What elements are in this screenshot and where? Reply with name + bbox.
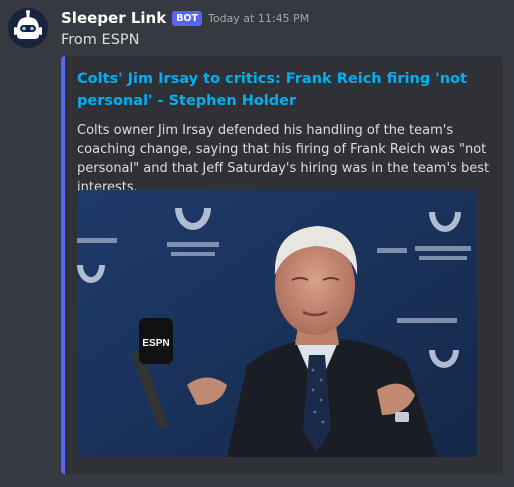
embed-description: Colts owner Jim Irsay defended his handl… — [77, 123, 490, 195]
svg-text:ESPN: ESPN — [142, 338, 169, 349]
chat-message: Sleeper Link BOT Today at 11:45 PM From … — [0, 0, 514, 487]
avatar[interactable] — [8, 8, 48, 48]
message-content: From ESPN — [61, 32, 140, 48]
author-name[interactable]: Sleeper Link — [61, 9, 166, 27]
bot-tag: BOT — [172, 10, 202, 26]
press-conference-photo: ESPN — [77, 190, 477, 457]
embed-title-link[interactable]: Colts' Jim Irsay to critics: Frank Reich… — [77, 68, 497, 112]
link-embed: Colts' Jim Irsay to critics: Frank Reich… — [61, 56, 502, 474]
sleeper-robot-icon — [8, 8, 48, 48]
embed-image[interactable]: ESPN — [77, 190, 477, 457]
message-header: Sleeper Link BOT Today at 11:45 PM — [61, 7, 309, 29]
timestamp: Today at 11:45 PM — [208, 11, 310, 25]
